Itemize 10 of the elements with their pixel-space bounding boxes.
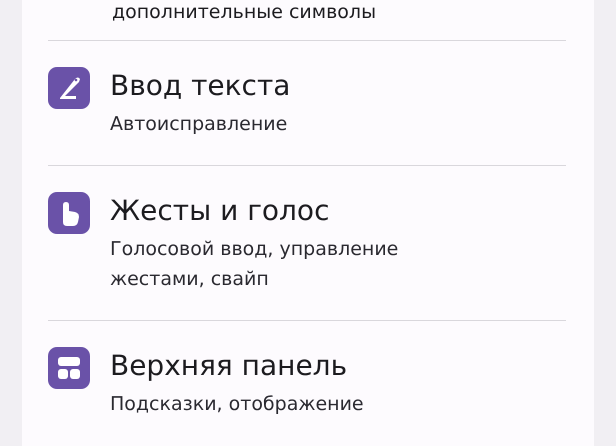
item-title[interactable]: Жесты и голос: [110, 192, 490, 230]
item-subtitle: дополнительные символы: [111, 0, 378, 25]
grid-icon[interactable]: [48, 347, 90, 389]
pen-icon[interactable]: [48, 67, 90, 109]
item-subtitle: Автоисправление: [110, 112, 288, 137]
hand-icon[interactable]: [48, 192, 90, 234]
item-subtitle: Подсказки, отображение: [110, 392, 364, 417]
item-title[interactable]: Верхняя панель: [110, 347, 364, 385]
item-subtitle: Голосовой ввод, управление жестами, свайп: [110, 237, 400, 292]
item-title[interactable]: Ввод текста: [110, 67, 290, 105]
